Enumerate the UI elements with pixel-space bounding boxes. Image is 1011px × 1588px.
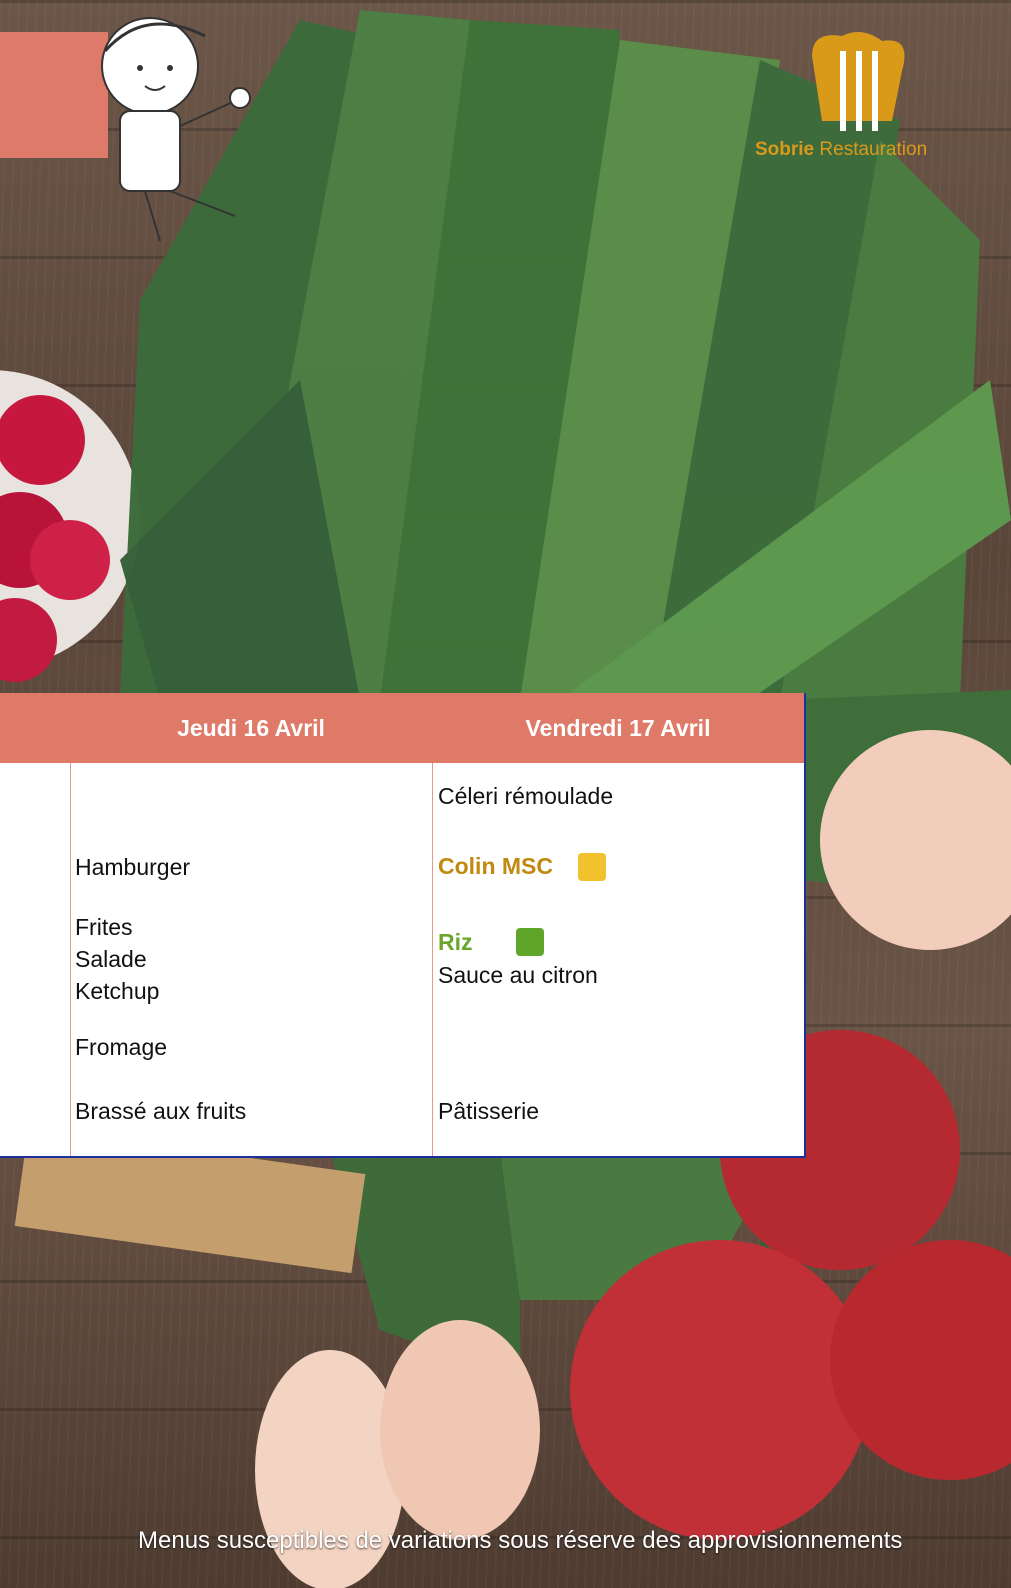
brand-name: Sobrie Restauration xyxy=(755,139,927,161)
day-title-thursday: Jeudi 16 Avril xyxy=(177,715,325,741)
menu-header: Jeudi 16 Avril Vendredi 17 Avril xyxy=(0,693,804,763)
dish-item: Salade xyxy=(75,946,147,972)
msc-label-icon xyxy=(578,853,606,881)
bio-label-icon xyxy=(516,928,544,956)
column-divider xyxy=(70,763,71,1156)
column-divider xyxy=(432,763,433,1156)
dish-item: Hamburger xyxy=(75,854,191,880)
dish-item: Sauce au citron xyxy=(438,962,598,988)
dish-item-msc: Colin MSC xyxy=(438,853,553,879)
dish-item-bio: Riz xyxy=(438,929,473,955)
footer-note: Menus susceptibles de variations sous ré… xyxy=(138,1527,903,1554)
dish-item: Fromage xyxy=(75,1034,168,1060)
dish-item: Ketchup xyxy=(75,978,160,1004)
dish-item: Pâtisserie xyxy=(438,1098,539,1124)
brand-name-rest: Restauration xyxy=(814,139,928,160)
brand-name-bold: Sobrie xyxy=(755,139,815,160)
dish-item: Brassé aux fruits xyxy=(75,1098,247,1124)
dish-item: Frites xyxy=(75,914,133,940)
chef-kid-illustration xyxy=(101,17,251,242)
day-title-friday: Vendredi 17 Avril xyxy=(525,715,711,741)
dish-item: Céleri rémoulade xyxy=(438,783,614,809)
menu-table: Jeudi 16 Avril Vendredi 17 Avril Hamburg… xyxy=(0,693,806,1158)
